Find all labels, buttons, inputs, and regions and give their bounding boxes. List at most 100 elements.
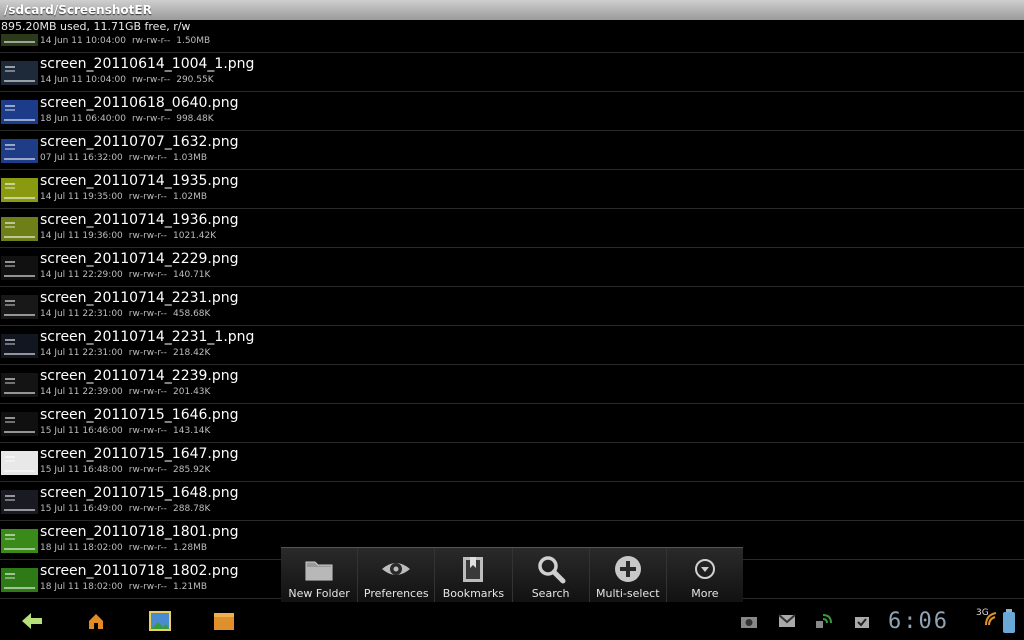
file-perm: rw-rw-r--: [131, 75, 171, 85]
file-name: screen_20110714_1935.png: [40, 173, 239, 189]
multi-select-button[interactable]: Multi-select: [590, 548, 667, 603]
search-button[interactable]: Search: [513, 548, 590, 603]
file-name: screen_20110714_1936.png: [40, 212, 239, 228]
file-size: 201.43K: [173, 387, 211, 397]
file-meta: 18 Jul 11 18:02:00 rw-rw-r-- 1.28MB: [40, 543, 213, 553]
file-row[interactable]: screen_20110714_2229.png 14 Jul 11 22:29:…: [0, 248, 1024, 287]
file-date: 14 Jun 11 10:04:00: [40, 75, 126, 85]
file-meta: 14 Jul 11 22:39:00 rw-rw-r-- 201.43K: [40, 387, 216, 397]
file-name: screen_20110715_1647.png: [40, 446, 239, 462]
file-name: screen_20110714_2239.png: [40, 368, 239, 384]
file-thumbnail: [1, 295, 38, 319]
file-thumbnail: [1, 529, 38, 553]
search-icon: [537, 556, 566, 584]
file-meta: 14 Jul 11 19:36:00 rw-rw-r-- 1021.42K: [40, 231, 222, 241]
battery-icon: [1003, 609, 1015, 633]
gallery-icon[interactable]: [148, 610, 172, 632]
home-icon[interactable]: [84, 610, 108, 632]
file-row[interactable]: screen_20110714_2239.png 14 Jul 11 22:39:…: [0, 365, 1024, 404]
file-meta: 15 Jul 11 16:49:00 rw-rw-r-- 288.78K: [40, 504, 216, 514]
action-toolbar: New Folder Preferences Bookmarks Search …: [281, 547, 743, 603]
file-thumbnail: [1, 256, 38, 280]
folder-icon: [305, 561, 333, 581]
file-name: screen_20110714_2231_1.png: [40, 329, 255, 345]
file-row[interactable]: screen_20110714_1935.png 14 Jul 11 19:35:…: [0, 170, 1024, 209]
file-meta: 14 Jul 11 22:29:00 rw-rw-r-- 140.71K: [40, 270, 216, 280]
file-perm: rw-rw-r--: [128, 426, 168, 436]
multi-select-label: Multi-select: [596, 587, 660, 600]
file-name: screen_20110718_1801.png: [40, 524, 239, 540]
file-meta: 07 Jul 11 16:32:00 rw-rw-r-- 1.03MB: [40, 153, 213, 163]
file-size: 1.28MB: [173, 543, 208, 553]
search-label: Search: [531, 587, 570, 600]
file-size: 1.02MB: [173, 192, 208, 202]
file-list[interactable]: 14 Jun 11 10:04:00 rw-rw-r-- 1.50MB screen_…: [0, 20, 1024, 602]
file-date: 14 Jul 11 22:29:00: [40, 270, 123, 280]
file-perm: rw-rw-r--: [128, 504, 168, 514]
file-thumbnail: [1, 451, 38, 475]
clock: 6:06: [888, 609, 949, 634]
file-name: screen_20110618_0640.png: [40, 95, 239, 111]
file-date: 18 Jun 11 06:40:00: [40, 114, 126, 124]
file-size: 1.03MB: [173, 153, 208, 163]
file-perm: rw-rw-r--: [128, 465, 168, 475]
file-meta: 15 Jul 11 16:48:00 rw-rw-r-- 285.92K: [40, 465, 216, 475]
preferences-label: Preferences: [363, 587, 429, 600]
file-row[interactable]: screen_20110715_1647.png 15 Jul 11 16:48:…: [0, 443, 1024, 482]
file-date: 14 Jul 11 22:39:00: [40, 387, 123, 397]
file-size: 998.48K: [176, 114, 214, 124]
back-icon[interactable]: [20, 610, 44, 632]
camera-icon: [741, 617, 757, 628]
file-perm: rw-rw-r--: [128, 543, 168, 553]
path-title: /sdcard/ScreenshotER: [0, 0, 1024, 20]
archive-icon[interactable]: [212, 610, 236, 632]
file-name: screen_20110714_2229.png: [40, 251, 239, 267]
file-thumbnail: [1, 61, 38, 85]
file-size: 1021.42K: [173, 231, 217, 241]
market-icon: [855, 617, 869, 628]
file-row[interactable]: screen_20110715_1646.png 15 Jul 11 16:46:…: [0, 404, 1024, 443]
file-row[interactable]: screen_20110714_2231_1.png 14 Jul 11 22:3…: [0, 326, 1024, 365]
file-size: 143.14K: [173, 426, 211, 436]
file-row[interactable]: screen_20110618_0640.png 18 Jun 11 06:40:…: [0, 92, 1024, 131]
file-date: 15 Jul 11 16:46:00: [40, 426, 123, 436]
file-thumbnail: [1, 100, 38, 124]
file-perm: rw-rw-r--: [128, 192, 168, 202]
more-button[interactable]: More: [667, 548, 743, 603]
system-bar: 6:06 3G: [0, 602, 1024, 640]
file-meta: 14 Jul 11 22:31:00 rw-rw-r-- 458.68K: [40, 309, 216, 319]
bookmarks-button[interactable]: Bookmarks: [435, 548, 513, 603]
storage-info: 895.20MB used, 11.71GB free, r/w: [0, 20, 1024, 34]
wireless-icon: [816, 614, 832, 628]
file-size: 458.68K: [173, 309, 211, 319]
file-date: 14 Jul 11 19:36:00: [40, 231, 123, 241]
file-meta: 15 Jul 11 16:46:00 rw-rw-r-- 143.14K: [40, 426, 216, 436]
file-meta: 14 Jun 11 10:04:00 rw-rw-r-- 1.50MB: [40, 36, 216, 46]
file-size: 1.50MB: [176, 36, 211, 46]
file-row[interactable]: screen_20110714_2231.png 14 Jul 11 22:31:…: [0, 287, 1024, 326]
file-size: 1.21MB: [173, 582, 208, 592]
file-name: screen_20110707_1632.png: [40, 134, 239, 150]
file-date: 14 Jul 11 22:31:00: [40, 309, 123, 319]
preferences-button[interactable]: Preferences: [358, 548, 436, 603]
bookmark-icon: [463, 557, 484, 582]
file-thumbnail: [1, 139, 38, 163]
file-row[interactable]: screen_20110714_1936.png 14 Jul 11 19:36:…: [0, 209, 1024, 248]
file-perm: rw-rw-r--: [128, 153, 168, 163]
file-meta: 18 Jul 11 18:02:00 rw-rw-r-- 1.21MB: [40, 582, 213, 592]
file-row[interactable]: screen_20110707_1632.png 07 Jul 11 16:32:…: [0, 131, 1024, 170]
file-size: 218.42K: [173, 348, 211, 358]
file-size: 290.55K: [176, 75, 214, 85]
file-date: 14 Jul 11 22:31:00: [40, 348, 123, 358]
file-perm: rw-rw-r--: [131, 36, 171, 46]
file-row[interactable]: screen_20110715_1648.png 15 Jul 11 16:49:…: [0, 482, 1024, 521]
file-name: screen_20110614_1004_1.png: [40, 56, 255, 72]
bookmarks-label: Bookmarks: [442, 587, 505, 600]
more-label: More: [691, 587, 719, 600]
new-folder-button[interactable]: New Folder: [281, 548, 359, 603]
file-thumbnail: [1, 373, 38, 397]
chevron-down-circle-icon: [694, 559, 715, 579]
file-row[interactable]: screen_20110614_1004_1.png 14 Jun 11 10:0…: [0, 53, 1024, 92]
file-meta: 14 Jul 11 19:35:00 rw-rw-r-- 1.02MB: [40, 192, 213, 202]
file-perm: rw-rw-r--: [128, 309, 168, 319]
